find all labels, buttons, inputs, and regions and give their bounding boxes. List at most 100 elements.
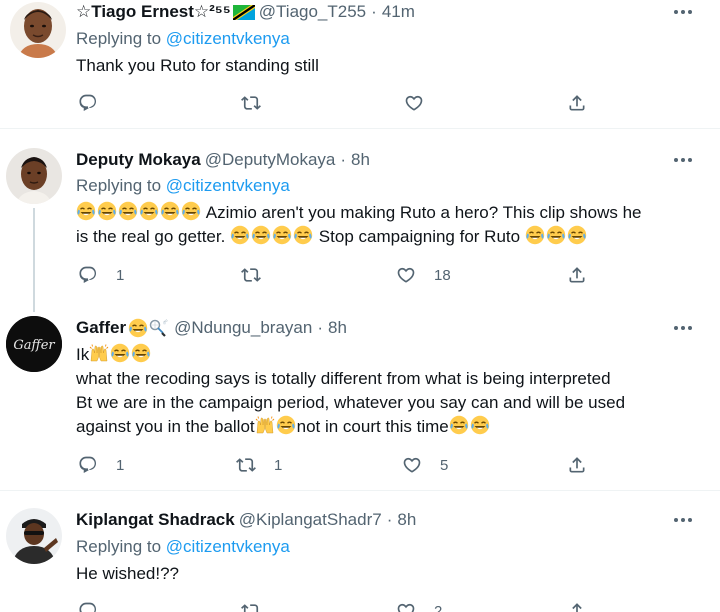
tweet-header: Deputy Mokaya @DeputyMokaya · 8h	[76, 148, 370, 172]
like-icon	[396, 265, 416, 285]
joy-emoji	[139, 201, 159, 221]
mention-link[interactable]: @citizentvkenya	[166, 176, 290, 195]
retweet-button[interactable]	[241, 600, 261, 612]
like-count: 18	[434, 266, 451, 284]
timestamp[interactable]: 8h	[397, 510, 416, 530]
more-icon[interactable]	[672, 150, 694, 170]
reply-icon	[78, 93, 98, 113]
joy-emoji	[251, 225, 271, 245]
display-name[interactable]: ☆Tiago Ernest☆²⁵⁵	[76, 2, 231, 22]
joy-emoji	[110, 343, 130, 363]
tweet-text-3: Bt we are in the campaign period, whatev…	[76, 393, 626, 412]
like-button[interactable]: 2	[396, 600, 442, 612]
reply-icon	[78, 265, 98, 285]
joy-emoji	[128, 318, 148, 338]
share-icon	[567, 601, 587, 612]
more-icon[interactable]	[672, 318, 694, 338]
user-handle[interactable]: @KiplangatShadr7	[239, 510, 382, 530]
tweet-text: Azimio aren't you making Ruto a hero? Th…	[76, 201, 686, 249]
tweet-text-line: Azimio aren't you making Ruto a hero? Th…	[76, 201, 686, 225]
replying-to: Replying to @citizentvkenya	[76, 29, 290, 49]
joy-emoji	[567, 225, 587, 245]
retweet-button[interactable]: 1	[236, 454, 282, 476]
user-handle[interactable]: @DeputyMokaya	[205, 150, 336, 170]
tweet-header: ☆Tiago Ernest☆²⁵⁵ @Tiago_T255 · 41m	[76, 0, 415, 24]
replying-to-label: Replying to	[76, 176, 166, 195]
display-name[interactable]: Deputy Mokaya	[76, 150, 201, 170]
timestamp[interactable]: 8h	[328, 318, 347, 338]
tweet-actions: 1 1 5	[76, 454, 596, 476]
reply-icon	[78, 455, 98, 475]
like-count: 5	[440, 456, 449, 474]
reply-button[interactable]: 1	[78, 454, 124, 476]
display-name[interactable]: Kiplangat Shadrack	[76, 510, 235, 530]
like-button[interactable]: 5	[402, 454, 448, 476]
tweet-actions	[76, 92, 596, 114]
tweet-text-a: Azimio aren't you making Ruto a hero? Th…	[205, 203, 642, 222]
user-handle[interactable]: @Ndungu_brayan	[174, 318, 312, 338]
display-name[interactable]: Gaffer	[76, 318, 126, 338]
joy-emoji	[525, 225, 545, 245]
tweet-deputy-mokaya[interactable]: Deputy Mokaya @DeputyMokaya · 8h Replyin…	[0, 148, 720, 312]
tweet-text-b: is the real go getter.	[76, 227, 226, 246]
user-handle[interactable]: @Tiago_T255	[259, 2, 366, 22]
joy-emoji	[449, 415, 469, 435]
tweet-kiplangat[interactable]: Kiplangat Shadrack @KiplangatShadr7 · 8h…	[0, 508, 720, 612]
avatar-kiplangat[interactable]	[6, 508, 62, 564]
timestamp[interactable]: 41m	[382, 2, 415, 22]
tweet-header: Kiplangat Shadrack @KiplangatShadr7 · 8h	[76, 508, 416, 532]
tweet-header: Gaffer @Ndungu_brayan · 8h	[76, 316, 347, 340]
share-icon	[567, 455, 587, 475]
like-button[interactable]	[404, 92, 424, 114]
retweet-icon	[241, 93, 261, 113]
replying-to: Replying to @citizentvkenya	[76, 537, 290, 557]
thread-line	[33, 208, 35, 312]
retweet-button[interactable]	[241, 92, 261, 114]
more-icon[interactable]	[672, 510, 694, 530]
separator-dot: ·	[317, 318, 323, 337]
joy-emoji	[276, 415, 296, 435]
separator-dot: ·	[386, 510, 393, 529]
reply-button[interactable]	[78, 92, 98, 114]
timestamp[interactable]: 8h	[351, 150, 370, 170]
joy-emoji	[131, 343, 151, 363]
badminton-emoji	[149, 318, 169, 338]
reply-button[interactable]	[78, 600, 98, 612]
tweet-text-line: Ik	[76, 343, 686, 367]
avatar-gaffer[interactable]: Gaffer	[6, 316, 62, 372]
joy-emoji	[181, 201, 201, 221]
divider	[0, 490, 720, 491]
retweet-icon	[236, 455, 256, 475]
tweet-text-line: against you in the ballot not in court th…	[76, 415, 686, 439]
separator-dot: ·	[340, 150, 347, 169]
like-icon	[396, 601, 416, 612]
tweet-text-line: is the real go getter. Stop campaigning …	[76, 225, 686, 249]
share-icon	[567, 265, 587, 285]
retweet-button[interactable]	[241, 264, 261, 286]
joy-emoji	[230, 225, 250, 245]
avatar-tiago[interactable]	[10, 2, 66, 58]
replying-to: Replying to @citizentvkenya	[76, 176, 290, 196]
share-button[interactable]	[567, 92, 587, 114]
like-button[interactable]: 18	[396, 264, 451, 286]
tweet-text: Thank you Ruto for standing still	[76, 56, 319, 75]
avatar-signature-text: Gaffer	[13, 338, 55, 353]
joy-emoji	[160, 201, 180, 221]
tanzania-flag-icon	[232, 4, 255, 20]
avatar-deputy-mokaya[interactable]	[6, 148, 62, 204]
tweet-text-4a: against you in the ballot	[76, 417, 255, 436]
reply-count: 1	[116, 266, 125, 284]
share-button[interactable]	[567, 454, 587, 476]
tweet-tiago[interactable]: ☆Tiago Ernest☆²⁵⁵ @Tiago_T255 · 41m Repl…	[0, 0, 720, 126]
mention-link[interactable]: @citizentvkenya	[166, 29, 290, 48]
more-icon[interactable]	[672, 2, 694, 22]
tweet-text: He wished!??	[76, 564, 180, 583]
share-button[interactable]	[567, 264, 587, 286]
tweet-gaffer[interactable]: Gaffer Gaffer @Ndungu_brayan · 8h Ik wha…	[0, 316, 720, 484]
share-button[interactable]	[567, 600, 587, 612]
reply-button[interactable]: 1	[78, 264, 124, 286]
joy-emoji	[470, 415, 490, 435]
mention-link[interactable]: @citizentvkenya	[166, 537, 290, 556]
replying-to-label: Replying to	[76, 29, 166, 48]
tweet-text-2: what the recoding says is totally differ…	[76, 369, 611, 388]
